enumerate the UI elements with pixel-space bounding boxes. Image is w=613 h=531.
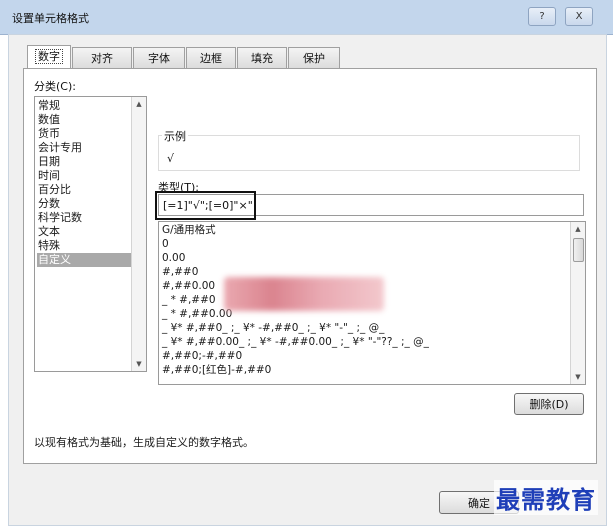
list-item[interactable]: 货币 [37, 127, 132, 141]
redacted-overlay [224, 277, 384, 311]
description-text: 以现有格式为基础，生成自定义的数字格式。 [34, 436, 254, 449]
list-item[interactable]: _ ¥* #,##0_ ;_ ¥* -#,##0_ ;_ ¥* "-"_ ;_ … [162, 321, 384, 335]
scroll-down-arrow-icon[interactable]: ▼ [571, 370, 585, 384]
list-item[interactable]: #,##0.00 [162, 279, 215, 293]
category-list[interactable]: 常规 数值 货币 会计专用 日期 时间 百分比 分数 科学记数 文本 特殊 自定… [34, 96, 147, 372]
scroll-up-arrow-icon[interactable]: ▲ [132, 97, 146, 111]
highlight-box [155, 191, 256, 220]
category-label: 分类(C): [34, 80, 76, 93]
tab-fill[interactable]: 填充 [237, 47, 287, 68]
list-item[interactable]: #,##0 [162, 265, 198, 279]
sample-value: √ [167, 152, 175, 165]
sample-group: √ [158, 135, 580, 171]
list-item-selected[interactable]: 自定义 [37, 253, 132, 267]
list-item[interactable]: 分数 [37, 197, 132, 211]
list-item[interactable]: #,##0;-#,##0 [162, 349, 242, 363]
tab-alignment[interactable]: 对齐 [72, 47, 132, 68]
list-item[interactable]: #,##0;[红色]-#,##0 [162, 363, 271, 377]
close-button[interactable]: X [565, 7, 593, 26]
tab-font[interactable]: 字体 [133, 47, 185, 68]
list-item[interactable]: _ ¥* #,##0.00_ ;_ ¥* -#,##0.00_ ;_ ¥* "-… [162, 335, 429, 349]
dialog-client: 数字 对齐 字体 边框 填充 保护 分类(C): 常规 数值 货币 会计专用 日… [8, 34, 607, 526]
delete-button[interactable]: 删除(D) [514, 393, 584, 415]
list-item[interactable]: 特殊 [37, 239, 132, 253]
list-item[interactable]: 文本 [37, 225, 132, 239]
list-item[interactable]: 常规 [37, 99, 132, 113]
scroll-down-arrow-icon[interactable]: ▼ [132, 357, 146, 371]
watermark-logo: 最需教育 [494, 480, 598, 515]
list-item[interactable]: 科学记数 [37, 211, 132, 225]
window-title: 设置单元格格式 [12, 12, 89, 25]
help-button[interactable]: ? [528, 7, 556, 26]
list-item[interactable]: 会计专用 [37, 141, 132, 155]
scroll-thumb[interactable] [573, 238, 584, 262]
title-bar: 设置单元格格式 ? X [0, 0, 613, 35]
tab-border[interactable]: 边框 [186, 47, 236, 68]
tab-number[interactable]: 数字 [27, 45, 71, 68]
list-item[interactable]: _ * #,##0.00 [162, 307, 232, 321]
list-item[interactable]: 0 [162, 237, 169, 251]
list-item[interactable]: _ * #,##0 [162, 293, 216, 307]
list-item[interactable]: 时间 [37, 169, 132, 183]
list-item[interactable]: 0.00 [162, 251, 185, 265]
tab-panel-number: 分类(C): 常规 数值 货币 会计专用 日期 时间 百分比 分数 科学记数 文… [23, 68, 597, 464]
category-scrollbar[interactable]: ▲ ▼ [131, 97, 146, 371]
list-item[interactable]: 百分比 [37, 183, 132, 197]
list-item[interactable]: 数值 [37, 113, 132, 127]
list-item[interactable]: 日期 [37, 155, 132, 169]
format-scrollbar[interactable]: ▲ ▼ [570, 222, 585, 384]
scroll-up-arrow-icon[interactable]: ▲ [571, 222, 585, 236]
list-item[interactable]: G/通用格式 [162, 223, 216, 237]
sample-label: 示例 [162, 128, 188, 144]
tab-protection[interactable]: 保护 [288, 47, 340, 68]
